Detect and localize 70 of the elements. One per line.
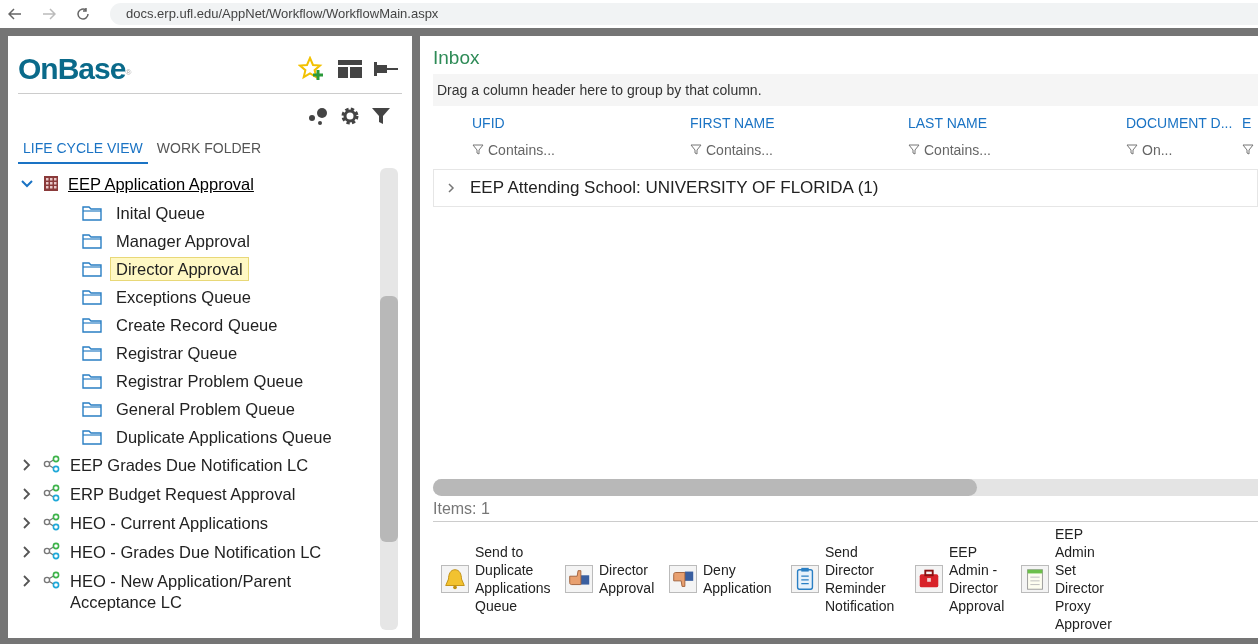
queue-item[interactable]: Director Approval bbox=[110, 257, 249, 281]
tab[interactable]: LIFE CYCLE VIEW bbox=[18, 138, 148, 164]
filter-field[interactable]: On... bbox=[1142, 139, 1173, 161]
chevron-right-icon[interactable] bbox=[446, 183, 456, 193]
dots-icon[interactable] bbox=[308, 107, 328, 125]
task-button[interactable]: EEP Admin - Director Approval bbox=[915, 543, 1013, 615]
share-nodes-icon bbox=[42, 455, 62, 473]
column-header[interactable]: FIRST NAME bbox=[690, 112, 775, 134]
folder-icon bbox=[82, 345, 102, 361]
task-button[interactable]: Deny Application bbox=[669, 561, 783, 597]
address-bar[interactable]: docs.erp.ufl.edu/AppNet/Workflow/WorkflowMain.aspx bbox=[110, 3, 1258, 25]
lifecycle-item[interactable]: EEP Grades Due Notification LC bbox=[70, 455, 330, 476]
queue-item[interactable]: Duplicate Applications Queue bbox=[110, 425, 338, 449]
queue-item[interactable]: General Problem Queue bbox=[110, 397, 301, 421]
task-button[interactable]: EEP Admin Set Director Proxy Approver bbox=[1021, 525, 1113, 633]
layout-icon[interactable] bbox=[338, 59, 362, 78]
scrollbar-thumb[interactable] bbox=[380, 296, 398, 542]
folder-icon bbox=[82, 317, 102, 333]
share-nodes-icon bbox=[42, 513, 62, 531]
queue-item[interactable]: Create Record Queue bbox=[110, 313, 284, 337]
queue-item[interactable]: Manager Approval bbox=[110, 229, 256, 253]
folder-icon bbox=[82, 429, 102, 445]
folder-icon bbox=[82, 233, 102, 249]
group-by-hint: Drag a column header here to group by that column. bbox=[433, 74, 1258, 106]
thumbs-down-icon bbox=[669, 565, 697, 593]
lifecycle-item[interactable]: HEO - New Application/Parent Acceptance LC bbox=[70, 571, 330, 613]
filter-icon[interactable] bbox=[372, 107, 390, 125]
settings-icon[interactable] bbox=[340, 106, 360, 126]
share-nodes-icon bbox=[42, 484, 62, 502]
notepad-icon bbox=[1021, 565, 1049, 593]
share-nodes-icon bbox=[42, 542, 62, 560]
bell-icon bbox=[441, 565, 469, 593]
scrollbar-thumb[interactable] bbox=[433, 479, 977, 496]
thumbs-up-icon bbox=[565, 565, 593, 593]
folder-icon bbox=[82, 289, 102, 305]
filter-field[interactable]: Contains... bbox=[488, 139, 555, 161]
inbox-title: Inbox bbox=[433, 46, 481, 70]
queue-item[interactable]: Inital Queue bbox=[110, 201, 211, 225]
lifecycle-item[interactable]: HEO - Current Applications bbox=[70, 513, 330, 534]
folder-icon bbox=[82, 261, 102, 277]
lifecycle-item[interactable]: EEP Application Approval bbox=[68, 174, 328, 195]
column-header[interactable]: DOCUMENT D... bbox=[1126, 112, 1233, 134]
folder-icon bbox=[82, 373, 102, 389]
toolbox-icon bbox=[915, 565, 943, 593]
back-icon[interactable] bbox=[8, 8, 22, 20]
share-nodes-icon bbox=[42, 571, 62, 589]
queue-item[interactable]: Registrar Problem Queue bbox=[110, 369, 310, 393]
queue-item[interactable]: Registrar Queue bbox=[110, 341, 244, 365]
group-row[interactable]: EEP Attending School: UNIVERSITY OF FLORIDA (1) bbox=[433, 169, 1258, 207]
folder-icon bbox=[82, 205, 102, 221]
task-button[interactable]: Director Approval bbox=[565, 561, 661, 597]
clipboard-icon bbox=[791, 565, 819, 593]
lifecycle-item[interactable]: HEO - Grades Due Notification LC bbox=[70, 542, 330, 563]
filter-field[interactable]: Contains... bbox=[706, 139, 773, 161]
column-header[interactable]: E bbox=[1242, 112, 1252, 134]
reload-icon[interactable] bbox=[76, 7, 90, 21]
lifecycle-item[interactable]: ERP Budget Request Approval bbox=[70, 484, 330, 505]
building-icon bbox=[42, 174, 60, 192]
queue-item[interactable]: Exceptions Queue bbox=[110, 285, 257, 309]
group-label: EEP Attending School: UNIVERSITY OF FLORIDA (1) bbox=[470, 177, 879, 200]
column-header[interactable]: UFID bbox=[472, 112, 505, 134]
task-button[interactable]: Send to Duplicate Applications Queue bbox=[441, 543, 557, 615]
column-header[interactable]: LAST NAME bbox=[908, 112, 988, 134]
items-count: Items: 1 bbox=[433, 496, 1258, 522]
tab[interactable]: WORK FOLDER bbox=[151, 138, 267, 164]
folder-icon bbox=[82, 401, 102, 417]
filter-field[interactable]: Contains... bbox=[924, 139, 991, 161]
task-button[interactable]: Send Director Reminder Notification bbox=[791, 543, 907, 615]
pin-icon[interactable] bbox=[374, 59, 398, 78]
star-plus-icon[interactable] bbox=[298, 55, 326, 82]
